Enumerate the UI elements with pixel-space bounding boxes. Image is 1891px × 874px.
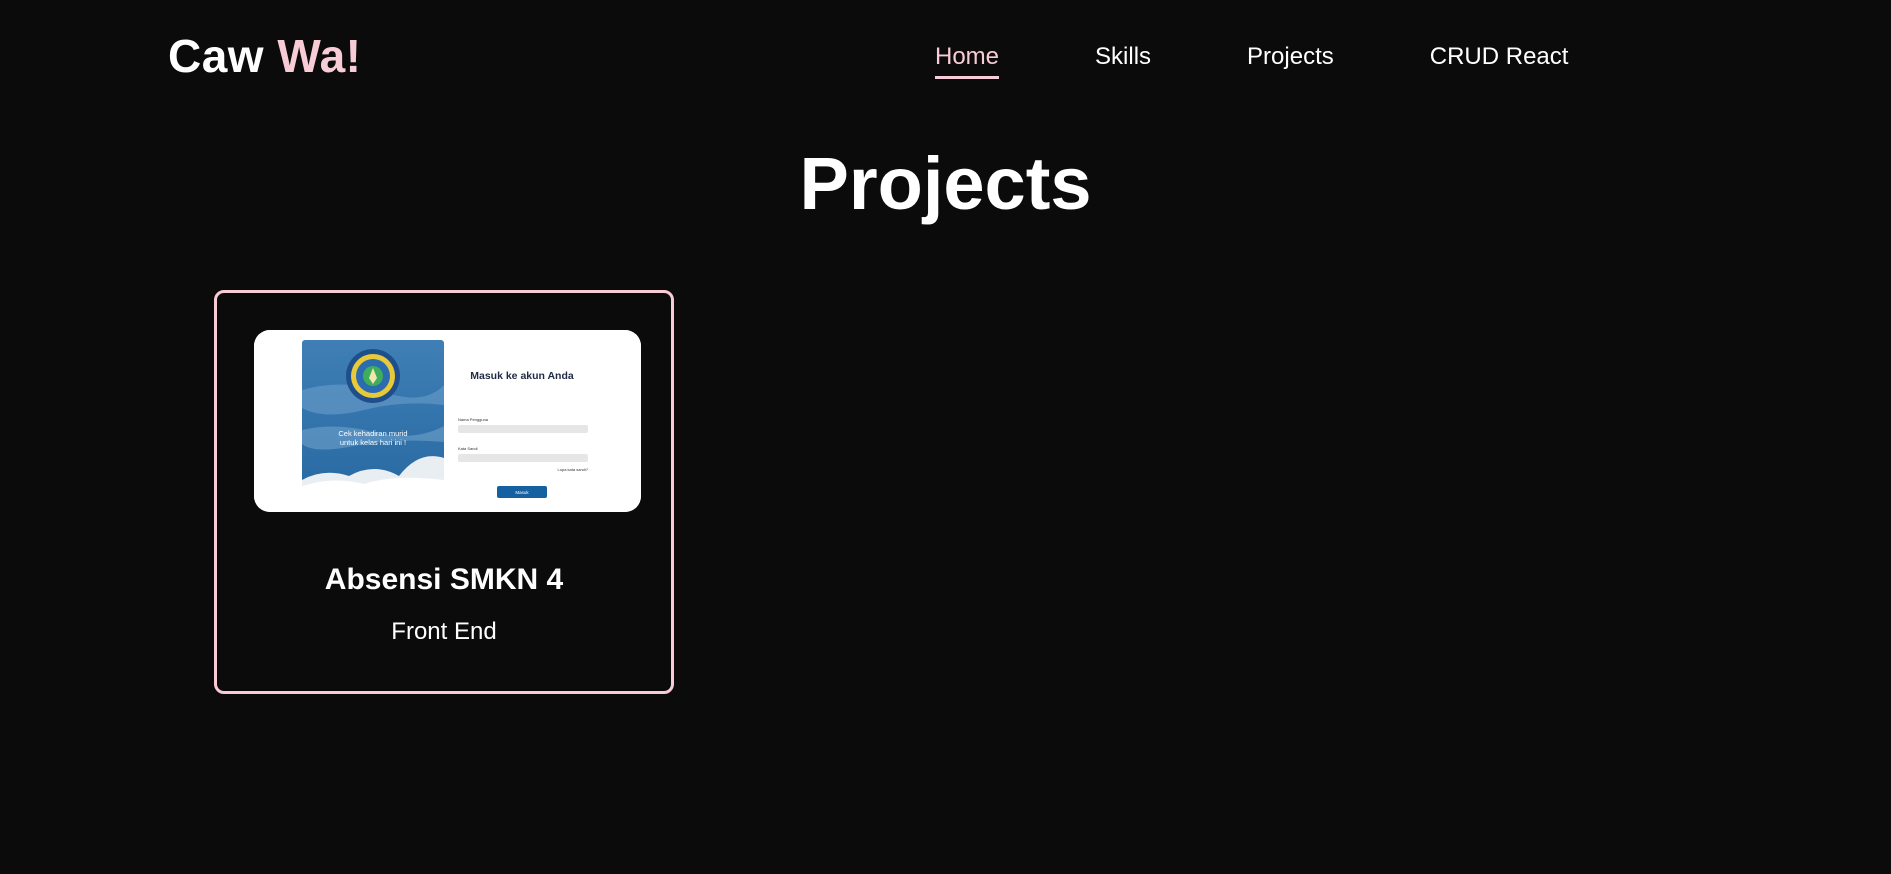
login-screenshot-image: Cek kehadiran murid untuk kelas hari ini… bbox=[254, 330, 641, 512]
thumb-login-heading: Masuk ke akun Anda bbox=[470, 370, 574, 382]
thumb-forgot-link: Lupa kata sandi? bbox=[558, 467, 589, 472]
site-logo[interactable]: Caw Wa! bbox=[168, 28, 362, 84]
school-emblem-icon bbox=[346, 349, 400, 403]
thumb-left-text-1: Cek kehadiran murid bbox=[338, 429, 407, 438]
thumb-left-text-2: untuk kelas hari ini ! bbox=[340, 438, 406, 447]
thumb-login-button-label: Masuk bbox=[515, 490, 529, 495]
logo-accent-text: Wa! bbox=[277, 30, 362, 82]
page: Caw Wa! Home Skills Projects CRUD React … bbox=[0, 0, 1891, 874]
thumb-password-label: Kata Sandi bbox=[458, 446, 478, 451]
nav-link-home[interactable]: Home bbox=[935, 40, 1000, 79]
project-title: Absensi SMKN 4 bbox=[324, 563, 564, 596]
nav-link-skills[interactable]: Skills bbox=[1095, 40, 1151, 76]
section-title: Projects bbox=[799, 142, 1092, 225]
project-card[interactable]: Cek kehadiran murid untuk kelas hari ini… bbox=[214, 290, 674, 694]
thumb-username-field bbox=[458, 425, 588, 433]
nav-link-crud-react[interactable]: CRUD React bbox=[1430, 40, 1569, 76]
nav-link-projects[interactable]: Projects bbox=[1247, 40, 1334, 76]
thumb-username-label: Nama Pengguna bbox=[458, 417, 489, 422]
project-category: Front End bbox=[391, 618, 497, 645]
logo-main-text: Caw bbox=[168, 30, 278, 82]
project-thumbnail: Cek kehadiran murid untuk kelas hari ini… bbox=[254, 330, 641, 512]
main-nav: Home Skills Projects CRUD React bbox=[935, 40, 1569, 79]
thumb-password-field bbox=[458, 454, 588, 462]
